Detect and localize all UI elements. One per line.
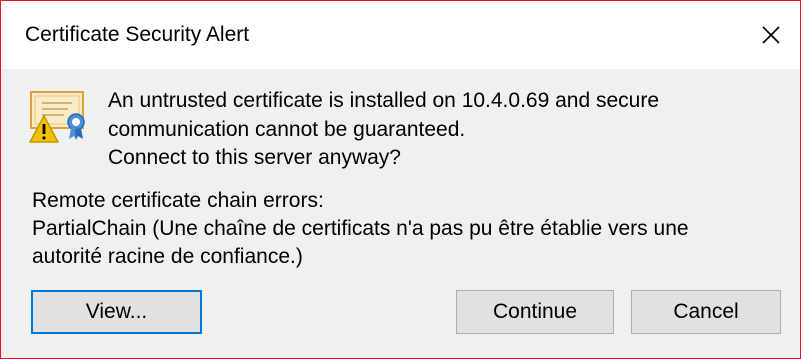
close-button[interactable] (742, 1, 800, 69)
alert-message: An untrusted certificate is installed on… (108, 87, 788, 173)
title-bar: Certificate Security Alert (1, 1, 800, 69)
certificate-errors: Remote certificate chain errors: Partial… (32, 187, 792, 271)
view-button[interactable]: View... (31, 290, 202, 334)
errors-detail-line: PartialChain (Une chaîne de certificats … (32, 217, 689, 240)
cancel-button[interactable]: Cancel (631, 290, 781, 334)
window-title: Certificate Security Alert (25, 23, 250, 46)
certificate-warning-icon (29, 91, 85, 143)
message-line: communication cannot be guaranteed. (108, 117, 466, 141)
message-question: Connect to this server anyway? (108, 146, 401, 169)
errors-heading: Remote certificate chain errors: (32, 189, 324, 212)
continue-button[interactable]: Continue (456, 290, 614, 334)
message-line: An untrusted certificate is installed on… (108, 89, 660, 112)
errors-detail-line: autorité racine de confiance.) (32, 245, 303, 268)
close-icon (762, 26, 780, 44)
certificate-security-alert-dialog: Certificate Security Alert An untrusted … (0, 0, 801, 359)
